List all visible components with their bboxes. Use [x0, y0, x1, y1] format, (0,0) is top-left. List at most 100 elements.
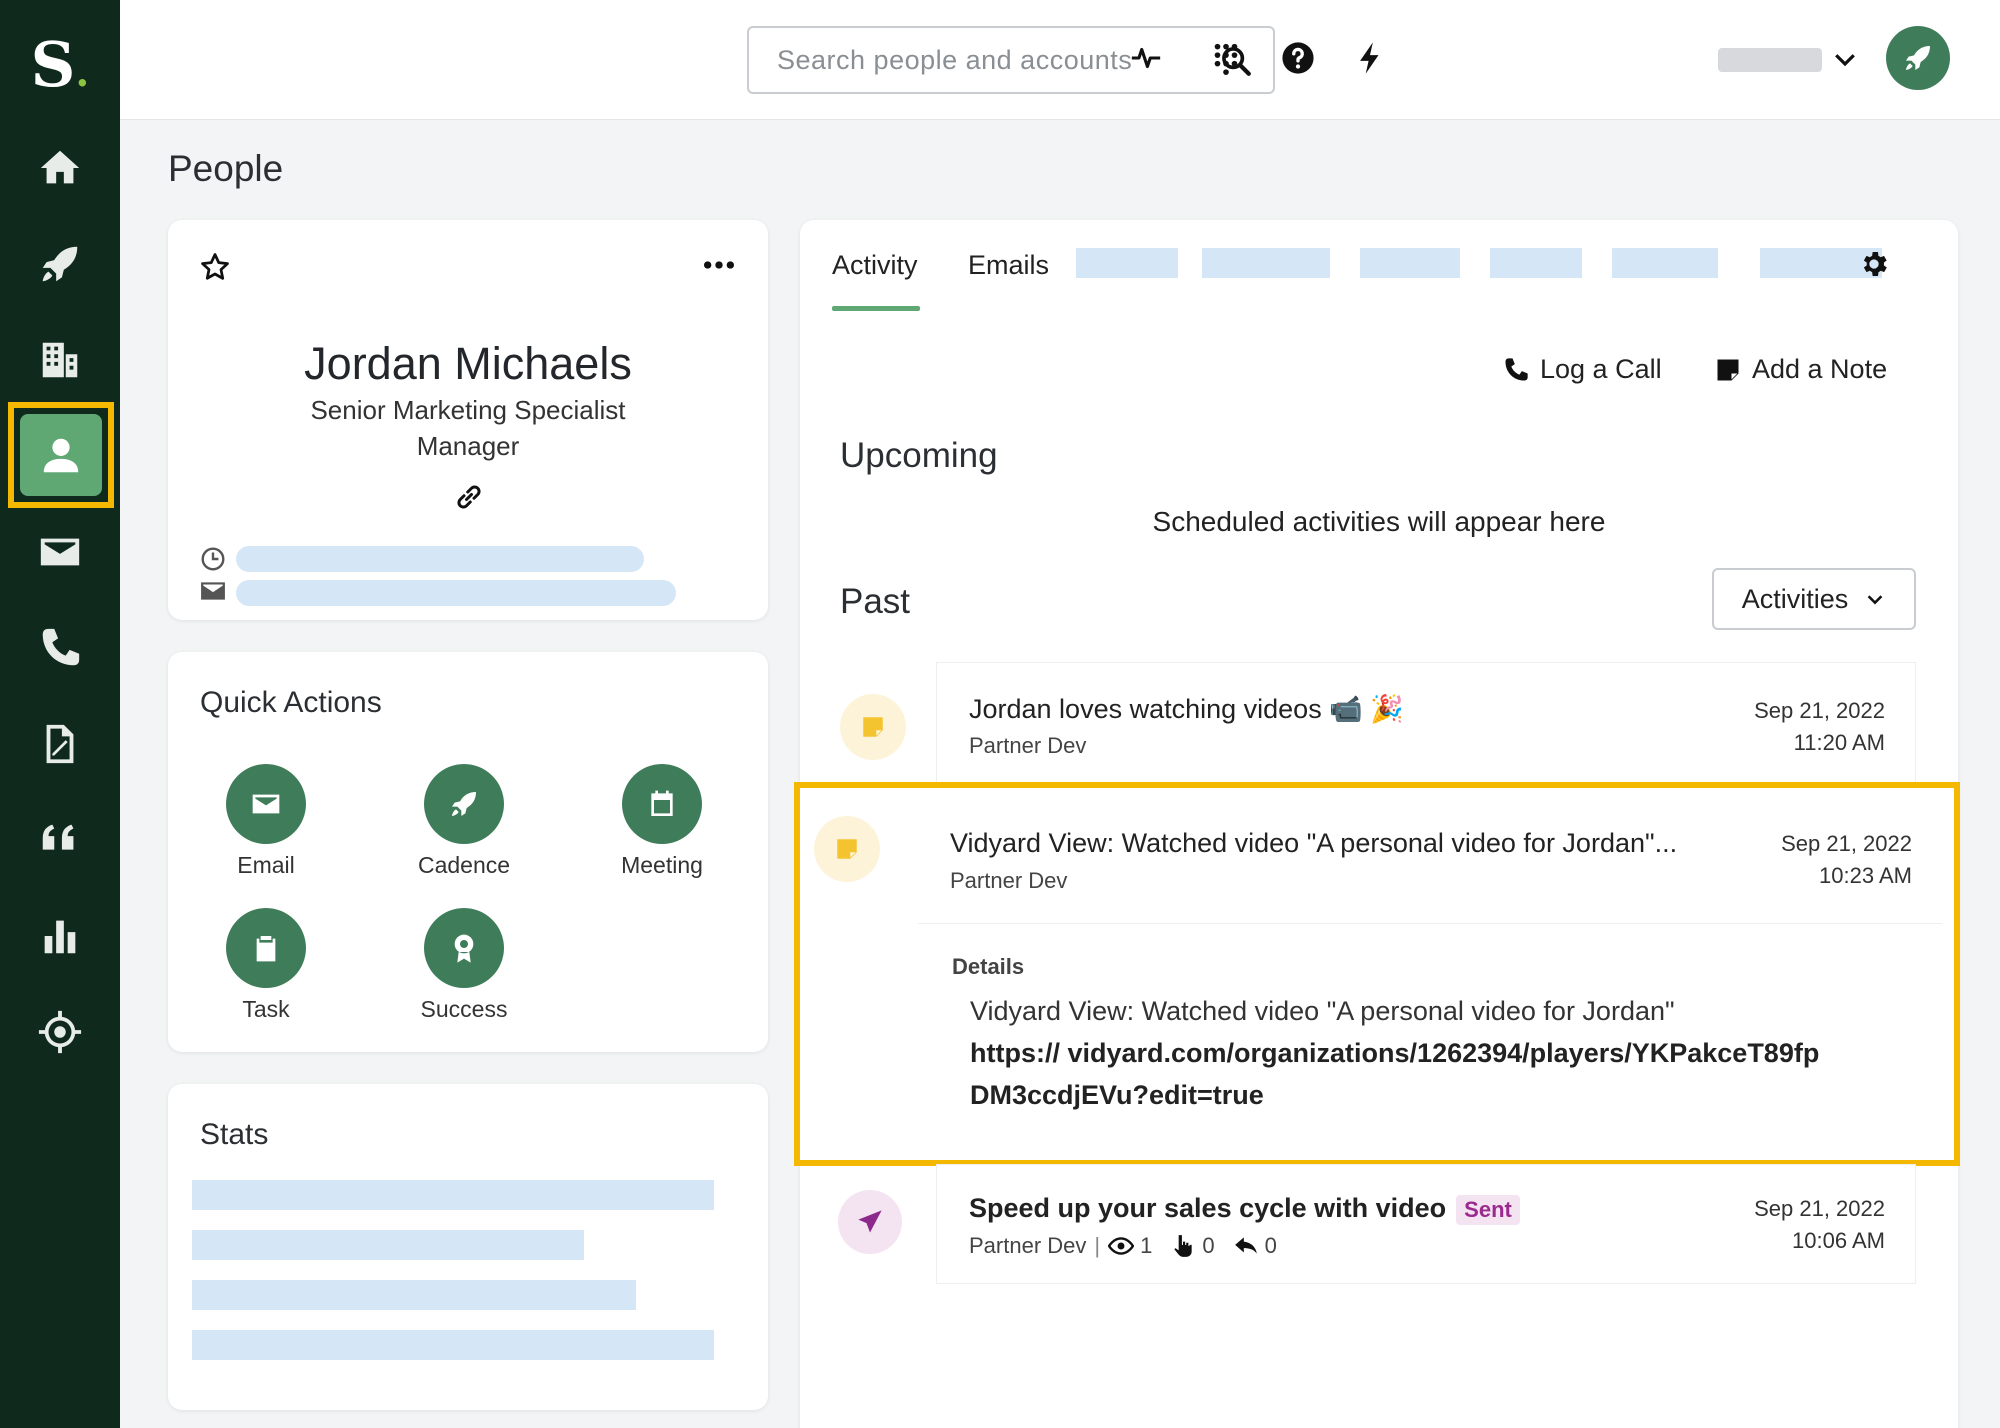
tab-placeholder[interactable] [1612, 248, 1718, 278]
feed-item-datetime: Sep 21, 2022 11:20 AM [1754, 698, 1885, 755]
bar-chart-icon [44, 920, 76, 954]
feed-item-icon [840, 694, 906, 760]
profile-card: Jordan Michaels Senior Marketing Special… [168, 220, 768, 620]
gear-icon[interactable] [1858, 248, 1890, 280]
past-heading: Past [840, 582, 911, 621]
home-icon [40, 150, 80, 184]
nav-target[interactable] [0, 992, 120, 1072]
replies-metric: 0 [1233, 1233, 1277, 1259]
feed-item-title[interactable]: Vidyard View: Watched video "A personal … [950, 828, 1677, 859]
details-text: Vidyard View: Watched video "A personal … [970, 990, 1830, 1116]
feed-item-icon [838, 1190, 902, 1254]
tab-placeholder[interactable] [1202, 248, 1330, 278]
tab-emails[interactable]: Emails [968, 250, 1049, 281]
feed-item-subtitle: Partner Dev [969, 733, 1087, 758]
local-time-placeholder [236, 546, 644, 572]
help-button[interactable] [1278, 38, 1318, 78]
feed-item-datetime: Sep 21, 2022 10:23 AM [1781, 831, 1912, 888]
quick-action-email[interactable]: Email [186, 764, 346, 879]
person-icon [43, 438, 79, 473]
person-title-line1: Senior Marketing Specialist [310, 395, 626, 425]
feed-item-datetime: Sep 21, 2022 10:06 AM [1754, 1196, 1885, 1253]
pointer-hand-icon [1174, 1235, 1193, 1257]
add-note-button[interactable]: Add a Note [1714, 354, 1887, 385]
feed-item-title[interactable]: Jordan loves watching videos 📹 🎉 [969, 693, 1404, 725]
calendar-icon [651, 790, 673, 816]
nav-home[interactable] [0, 128, 120, 208]
details-label: Details [952, 954, 1025, 979]
rocket-icon [452, 792, 476, 816]
nav-calls[interactable] [0, 608, 120, 688]
quick-actions-title: Quick Actions [200, 686, 382, 719]
stat-placeholder [192, 1330, 714, 1360]
stat-placeholder [192, 1230, 584, 1260]
feed-item-title[interactable]: Speed up your sales cycle with video Sent [969, 1193, 1520, 1225]
sent-badge: Sent [1456, 1194, 1520, 1225]
tab-placeholder[interactable] [1490, 248, 1582, 278]
quick-action-success[interactable]: Success [384, 908, 544, 1023]
note-icon [1717, 359, 1739, 380]
nav-analytics[interactable] [0, 896, 120, 976]
sidebar: S. [0, 0, 120, 1428]
clicks-metric: 0 [1170, 1233, 1215, 1259]
more-options-icon[interactable] [702, 250, 736, 280]
nav-emails[interactable] [0, 512, 120, 592]
tab-placeholder[interactable] [1360, 248, 1460, 278]
person-title: Senior Marketing Specialist Manager [168, 392, 768, 464]
email-address-placeholder[interactable] [236, 580, 676, 606]
chevron-down-icon[interactable] [1830, 44, 1860, 74]
quick-action-task[interactable]: Task [186, 908, 346, 1023]
quick-actions-card: Quick Actions Email Cadence Meeting Task… [168, 652, 768, 1052]
views-metric: 1 [1108, 1233, 1152, 1259]
mail-icon [40, 538, 80, 566]
stat-placeholder [192, 1280, 636, 1310]
nav-quotes[interactable] [0, 800, 120, 880]
tab-placeholder[interactable] [1076, 248, 1178, 278]
feed-item-details: Details Vidyard View: Watched video "A p… [918, 924, 1942, 1156]
stat-placeholder [192, 1180, 714, 1210]
apps-button[interactable] [1206, 38, 1246, 78]
person-title-line2: Manager [416, 431, 520, 461]
app-logo[interactable]: S. [0, 28, 120, 101]
search-box[interactable] [747, 26, 1275, 94]
feed-item-subtitle: Partner Dev | 1 0 0 [969, 1233, 1277, 1259]
stats-card: Stats [168, 1084, 768, 1410]
ribbon-icon [454, 934, 474, 963]
stats-title: Stats [200, 1118, 269, 1151]
feed-item[interactable]: Speed up your sales cycle with video Sent… [936, 1164, 1916, 1284]
nav-people[interactable] [20, 414, 102, 496]
feed-item[interactable]: Jordan loves watching videos 📹 🎉 Partner… [936, 662, 1916, 792]
link-icon[interactable] [454, 482, 484, 512]
page-title: People [168, 148, 284, 189]
log-call-button[interactable]: Log a Call [1502, 354, 1662, 385]
nav-accounts[interactable] [0, 320, 120, 400]
launch-button[interactable] [1886, 26, 1950, 90]
pulse-icon [1131, 47, 1161, 69]
document-icon [46, 724, 74, 764]
feed-item[interactable]: Vidyard View: Watched video "A personal … [918, 794, 1942, 924]
tab-activity[interactable]: Activity [832, 250, 918, 281]
help-icon [1282, 42, 1314, 74]
rocket-icon [1906, 46, 1930, 70]
active-tab-indicator [832, 306, 920, 311]
nav-documents[interactable] [0, 704, 120, 784]
mail-icon [201, 582, 225, 600]
person-name: Jordan Michaels [304, 338, 632, 389]
quote-icon [42, 824, 74, 850]
quick-action-cadence[interactable]: Cadence [384, 764, 544, 879]
note-icon [837, 839, 857, 859]
highlighted-feed-item: Vidyard View: Watched video "A personal … [794, 782, 1960, 1166]
quick-action-meeting[interactable]: Meeting [582, 764, 742, 879]
crosshair-icon [38, 1010, 82, 1054]
activities-filter-dropdown[interactable]: Activities [1712, 568, 1916, 630]
rocket-icon [42, 246, 78, 282]
details-url-link[interactable]: https:// vidyard.com/organizations/12623… [970, 1032, 1830, 1116]
quick-actions-button[interactable] [1350, 38, 1390, 78]
user-menu-name[interactable] [1718, 48, 1822, 72]
nav-cadences[interactable] [0, 224, 120, 304]
feed-item-icon [814, 816, 880, 882]
star-icon[interactable] [200, 252, 230, 282]
building-icon [42, 342, 78, 378]
eye-icon [1108, 1237, 1135, 1255]
activity-pulse-button[interactable] [1126, 38, 1166, 78]
